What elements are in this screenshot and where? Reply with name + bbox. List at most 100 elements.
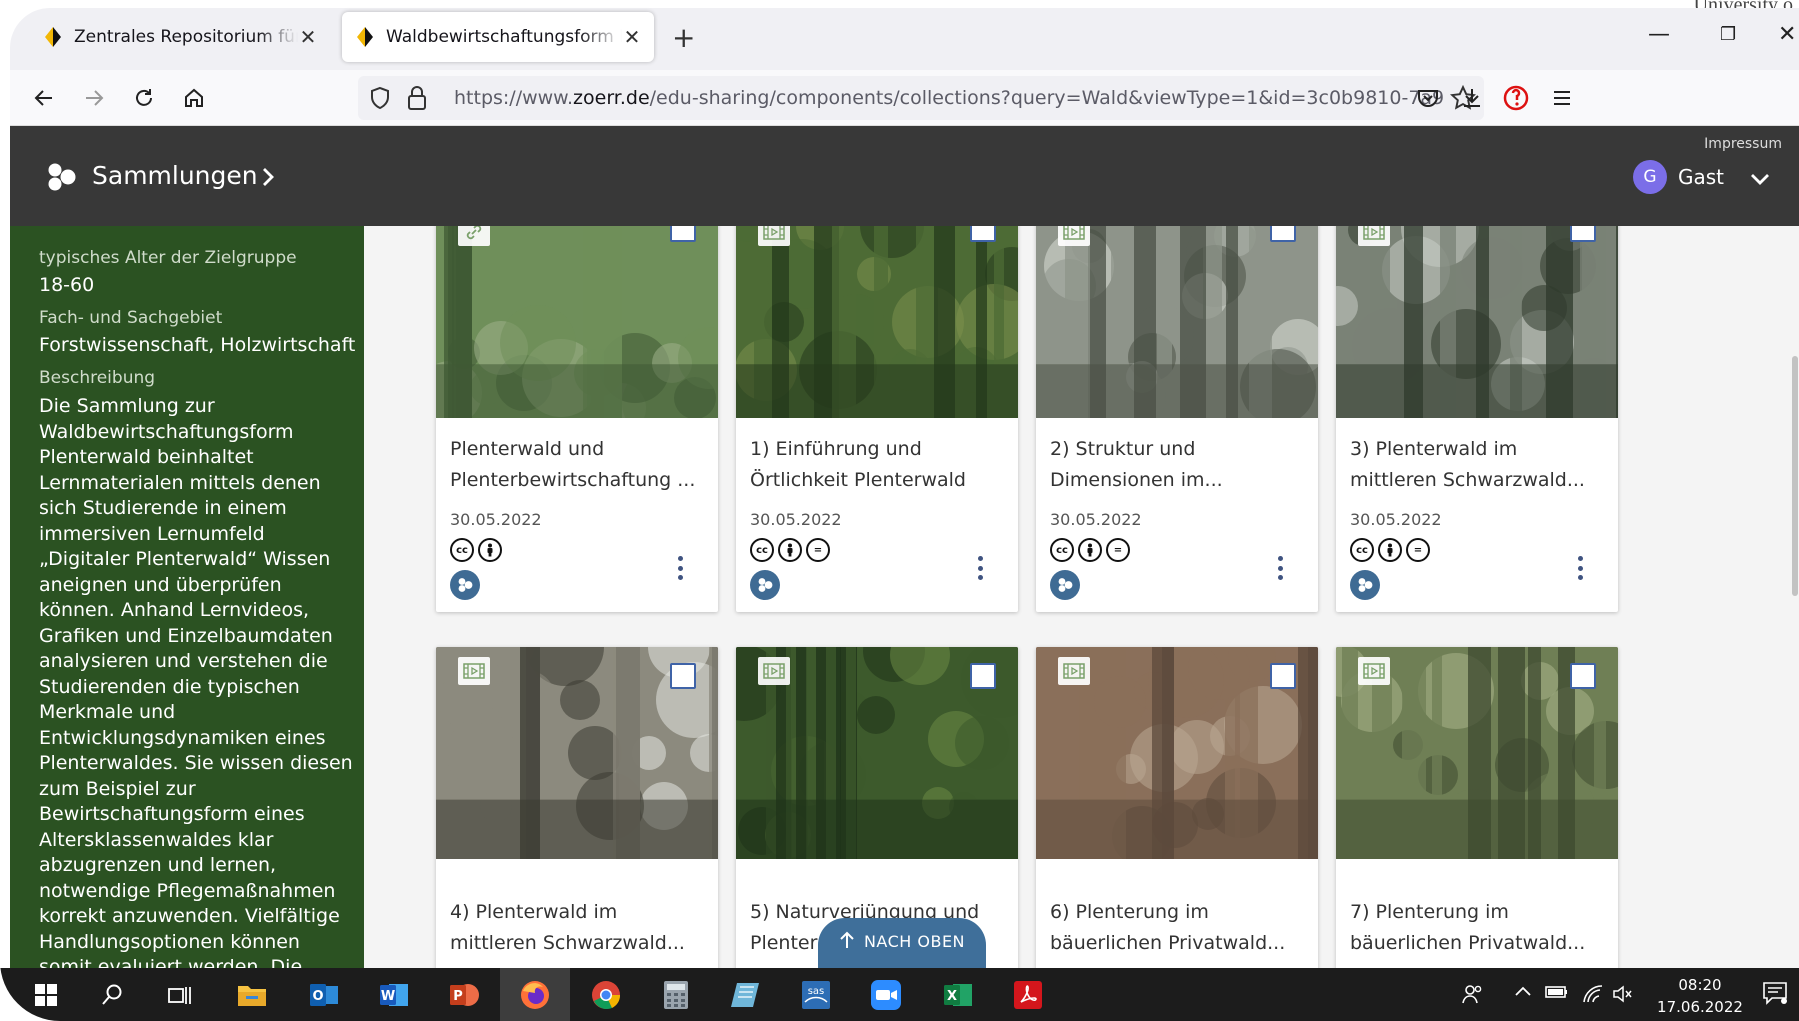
card-title[interactable]: 3) Plenterwald im mittleren Schwarzwald.…: [1350, 434, 1606, 496]
collections-logo-icon[interactable]: [44, 162, 78, 192]
svg-text:P: P: [453, 989, 463, 1004]
firefox-icon[interactable]: [517, 977, 553, 1013]
file-explorer-icon[interactable]: [234, 977, 270, 1013]
video-icon: [758, 226, 790, 246]
card-options-icon[interactable]: [1572, 554, 1588, 582]
card-select-checkbox[interactable]: [1570, 663, 1596, 689]
app-menu-icon[interactable]: [1546, 82, 1578, 114]
tab-close-icon[interactable]: ✕: [298, 25, 318, 49]
lock-icon[interactable]: [406, 85, 428, 111]
excel-icon[interactable]: X: [940, 977, 976, 1013]
card-title[interactable]: 4) Plenterwald im mittleren Schwarzwald.…: [450, 897, 706, 959]
chevron-right-icon[interactable]: [260, 166, 276, 188]
battery-icon[interactable]: [1545, 984, 1569, 1005]
collection-card[interactable]: 1) Einführung und Örtlichkeit Plenterwal…: [736, 226, 1018, 612]
back-to-top-button[interactable]: NACH OBEN: [818, 918, 986, 972]
downloads-icon[interactable]: [1456, 82, 1488, 114]
screen: University o Zentrales Repositorium für …: [0, 0, 1799, 1021]
acrobat-icon[interactable]: [1010, 977, 1046, 1013]
card-title[interactable]: 2) Struktur und Dimensionen im...: [1050, 434, 1306, 496]
collection-badge-icon: [1350, 570, 1380, 600]
card-select-checkbox[interactable]: [970, 226, 996, 242]
powerpoint-icon[interactable]: P: [446, 977, 482, 1013]
search-icon[interactable]: [94, 977, 130, 1013]
thumbnail-image: [1036, 226, 1318, 418]
card-thumbnail[interactable]: [436, 226, 718, 418]
browser-nav-bar: https://www.zoerr.de/edu-sharing/compone…: [10, 70, 1799, 126]
clock-date: 17.06.2022: [1657, 998, 1743, 1016]
card-select-checkbox[interactable]: [970, 663, 996, 689]
zoom-icon[interactable]: [868, 977, 904, 1013]
new-tab-icon[interactable]: +: [672, 24, 695, 52]
user-name[interactable]: Gast: [1678, 165, 1724, 189]
pocket-icon[interactable]: [1412, 82, 1444, 114]
card-options-icon[interactable]: [672, 554, 688, 582]
windows-start-icon[interactable]: [28, 977, 64, 1013]
card-thumbnail[interactable]: [736, 226, 1018, 418]
calculator-icon[interactable]: [658, 977, 694, 1013]
card-title[interactable]: 6) Plenterung im bäuerlichen Privatwald.…: [1050, 897, 1306, 959]
back-icon[interactable]: [28, 82, 60, 114]
page-title[interactable]: Sammlungen: [92, 161, 258, 190]
tab-title: Zentrales Repositorium für Ope: [74, 27, 298, 47]
wifi-icon[interactable]: [1582, 984, 1604, 1009]
card-select-checkbox[interactable]: [1270, 226, 1296, 242]
forward-icon[interactable]: [78, 82, 110, 114]
cc-by-icon: [778, 538, 802, 562]
card-thumbnail[interactable]: [1336, 226, 1618, 418]
cc-by-icon: [1378, 538, 1402, 562]
avatar[interactable]: G: [1633, 160, 1667, 194]
card-title[interactable]: 1) Einführung und Örtlichkeit Plenterwal…: [750, 434, 1006, 496]
cc-cc-icon: cc: [1350, 538, 1374, 562]
outlook-icon[interactable]: O: [306, 977, 342, 1013]
scrollbar-thumb[interactable]: [1792, 356, 1798, 596]
chevron-down-icon[interactable]: [1750, 172, 1770, 186]
minimize-icon[interactable]: —: [1648, 22, 1670, 47]
window-close-icon[interactable]: ✕: [1778, 22, 1796, 47]
card-select-checkbox[interactable]: [1570, 226, 1596, 242]
word-icon[interactable]: W: [376, 977, 412, 1013]
tray-chevron-up-icon[interactable]: [1514, 982, 1532, 1003]
collection-card[interactable]: 2) Struktur und Dimensionen im... 30.05.2…: [1036, 226, 1318, 612]
zoerr-favicon-icon: [45, 27, 61, 47]
card-options-icon[interactable]: [1272, 554, 1288, 582]
card-select-checkbox[interactable]: [1270, 663, 1296, 689]
notifications-icon[interactable]: [1762, 981, 1788, 1010]
collection-card[interactable]: 3) Plenterwald im mittleren Schwarzwald.…: [1336, 226, 1618, 612]
home-icon[interactable]: [178, 82, 210, 114]
collection-card[interactable]: Plenterwald und Plenterbewirtschaftung .…: [436, 226, 718, 612]
card-title[interactable]: Plenterwald und Plenterbewirtschaftung .…: [450, 434, 706, 496]
cc-nd-icon: =: [1106, 538, 1130, 562]
card-date: 30.05.2022: [750, 510, 842, 529]
impressum-link[interactable]: Impressum: [1704, 136, 1782, 152]
svg-text:O: O: [312, 989, 323, 1004]
reload-icon[interactable]: [128, 82, 160, 114]
tab-close-icon[interactable]: ✕: [622, 25, 642, 49]
collection-card[interactable]: 4) Plenterwald im mittleren Schwarzwald.…: [436, 647, 718, 968]
arrow-up-icon: [840, 931, 854, 948]
shield-icon[interactable]: [368, 86, 392, 110]
url-text[interactable]: https://www.zoerr.de/edu-sharing/compone…: [454, 87, 1444, 109]
card-thumbnail[interactable]: [1036, 226, 1318, 418]
card-date: 30.05.2022: [1350, 510, 1442, 529]
extension-icon[interactable]: [1500, 82, 1532, 114]
link-icon: [458, 226, 490, 246]
collection-card[interactable]: 6) Plenterung im bäuerlichen Privatwald.…: [1036, 647, 1318, 968]
task-view-icon[interactable]: [162, 977, 198, 1013]
card-options-icon[interactable]: [972, 554, 988, 582]
chrome-icon[interactable]: [588, 977, 624, 1013]
address-bar[interactable]: https://www.zoerr.de/edu-sharing/compone…: [358, 76, 1484, 120]
card-select-checkbox[interactable]: [670, 226, 696, 242]
content-scrollbar[interactable]: [1791, 226, 1799, 968]
card-select-checkbox[interactable]: [670, 663, 696, 689]
card-title[interactable]: 7) Plenterung im bäuerlichen Privatwald.…: [1350, 897, 1606, 959]
people-icon[interactable]: [1462, 984, 1484, 1009]
volume-icon[interactable]: [1612, 984, 1634, 1009]
collection-card[interactable]: 7) Plenterung im bäuerlichen Privatwald.…: [1336, 647, 1618, 968]
sas-icon[interactable]: sas: [798, 977, 834, 1013]
notes-app-icon[interactable]: [728, 977, 764, 1013]
taskbar-clock[interactable]: 08:20 17.06.2022: [1640, 974, 1760, 1018]
restore-icon[interactable]: ❐: [1720, 24, 1736, 45]
browser-tab[interactable]: Zentrales Repositorium für Ope ✕: [30, 12, 330, 62]
browser-tab-active[interactable]: Waldbewirtschaftungsform Plen ✕: [342, 12, 654, 62]
